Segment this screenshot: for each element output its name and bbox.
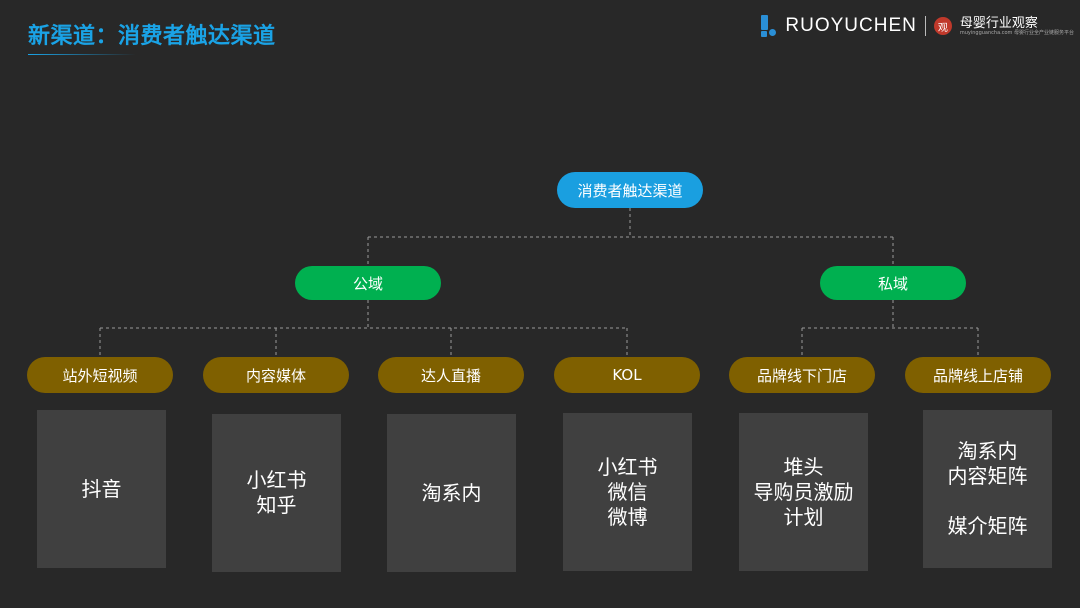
detail-text: 抖音: [81, 476, 122, 501]
detail-box: 淘系内: [387, 414, 516, 572]
root-node: 消费者触达渠道: [557, 172, 703, 208]
detail-text: 小红书 知乎: [246, 468, 307, 517]
channel-node: 品牌线下门店: [729, 357, 875, 393]
detail-text: 堆头 导购员激励 计划: [753, 454, 854, 529]
channel-node: 站外短视频: [27, 357, 173, 393]
branch-node-public: 公域: [295, 266, 441, 300]
channel-node: 内容媒体: [203, 357, 349, 393]
detail-text: 淘系内: [421, 480, 482, 505]
detail-text: 淘系内 内容矩阵 媒介矩阵: [947, 439, 1028, 538]
detail-text: 小红书 微信 微博: [597, 454, 658, 529]
channel-node: KOL: [554, 357, 700, 393]
detail-box: 小红书 微信 微博: [563, 413, 692, 571]
detail-box: 抖音: [37, 410, 166, 568]
branch-node-private: 私域: [820, 266, 966, 300]
channel-node: 品牌线上店铺: [905, 357, 1051, 393]
detail-box: 小红书 知乎: [212, 414, 341, 572]
detail-box: 淘系内 内容矩阵 媒介矩阵: [923, 410, 1052, 568]
channel-node: 达人直播: [378, 357, 524, 393]
detail-box: 堆头 导购员激励 计划: [739, 413, 868, 571]
